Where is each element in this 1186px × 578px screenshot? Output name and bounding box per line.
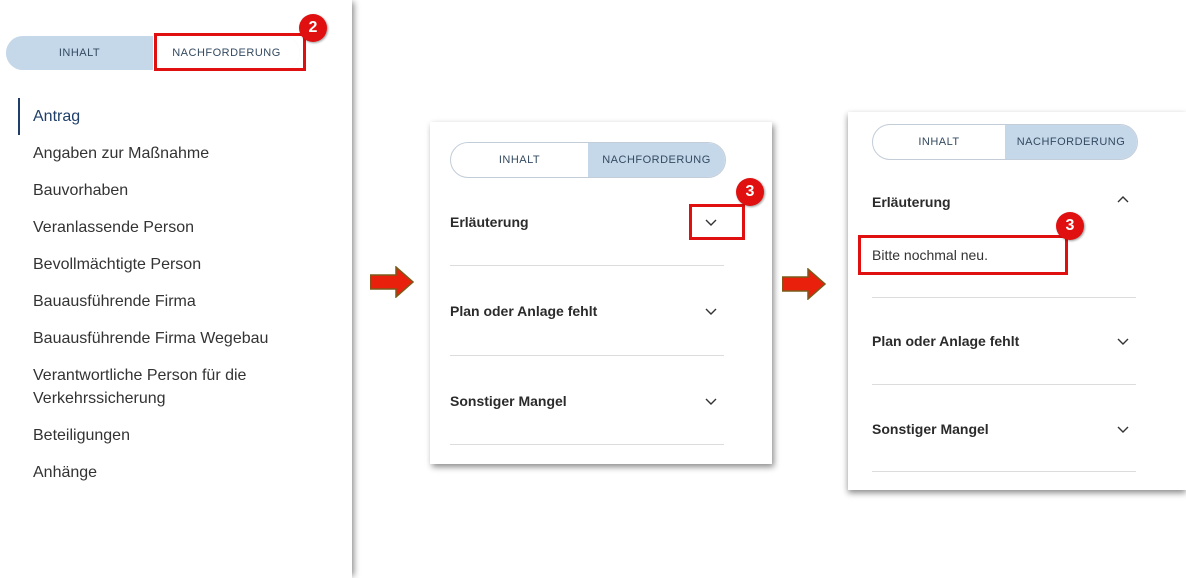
divider	[450, 444, 724, 445]
nav-item-veranlassende-person[interactable]: Veranlassende Person	[18, 209, 328, 246]
accordion-erlaeuterung[interactable]: Erläuterung	[872, 194, 1136, 212]
accordion-plan-anlage[interactable]: Plan oder Anlage fehlt	[872, 333, 1136, 351]
divider	[872, 384, 1136, 385]
step-badge: 3	[1056, 212, 1084, 240]
accordion-title: Plan oder Anlage fehlt	[450, 303, 598, 319]
tab-inhalt[interactable]: INHALT	[873, 125, 1005, 159]
arrow-right-icon	[370, 266, 414, 298]
nav-item-bauvorhaben[interactable]: Bauvorhaben	[18, 172, 328, 209]
chevron-down-icon[interactable]	[1116, 336, 1130, 346]
section-nav: Antrag Angaben zur Maßnahme Bauvorhaben …	[18, 98, 328, 491]
arrow-right-icon	[782, 268, 826, 300]
highlight-box	[858, 235, 1068, 275]
accordion-plan-anlage[interactable]: Plan oder Anlage fehlt	[450, 303, 724, 321]
nav-item-antrag[interactable]: Antrag	[18, 98, 328, 135]
accordion-sonstiger-mangel[interactable]: Sonstiger Mangel	[450, 393, 724, 411]
highlight-box	[154, 33, 306, 71]
divider	[872, 297, 1136, 298]
tab-inhalt[interactable]: INHALT	[6, 36, 153, 70]
accordion-title: Erläuterung	[872, 194, 951, 210]
nav-item-bauausfuehrende-firma[interactable]: Bauausführende Firma	[18, 283, 328, 320]
accordion-erlaeuterung[interactable]: Erläuterung	[450, 214, 724, 232]
tab-inhalt[interactable]: INHALT	[451, 143, 588, 177]
nav-item-anhaenge[interactable]: Anhänge	[18, 454, 328, 491]
nav-item-angaben[interactable]: Angaben zur Maßnahme	[18, 135, 328, 172]
tab-nachforderung[interactable]: NACHFORDERUNG	[1005, 125, 1137, 159]
view-toggle: INHALT NACHFORDERUNG	[450, 142, 726, 178]
nav-item-beteiligungen[interactable]: Beteiligungen	[18, 417, 328, 454]
accordion-title: Plan oder Anlage fehlt	[872, 333, 1020, 349]
chevron-up-icon[interactable]	[1116, 195, 1130, 205]
chevron-down-icon[interactable]	[704, 306, 718, 316]
step-badge: 3	[736, 178, 764, 206]
requests-panel-collapsed: INHALT NACHFORDERUNG Erläuterung 3 Plan …	[430, 122, 772, 464]
nav-item-bevollmaechtigte-person[interactable]: Bevollmächtigte Person	[18, 246, 328, 283]
nav-item-verantwortliche-person[interactable]: Verantwortliche Person für die Verkehrss…	[18, 357, 293, 417]
divider	[872, 471, 1136, 472]
step-badge: 2	[299, 14, 327, 42]
highlight-box	[689, 204, 745, 240]
chevron-down-icon[interactable]	[704, 396, 718, 406]
nav-item-bauausfuehrende-firma-wegebau[interactable]: Bauausführende Firma Wegebau	[18, 320, 328, 357]
accordion-title: Erläuterung	[450, 214, 529, 230]
view-toggle: INHALT NACHFORDERUNG	[872, 124, 1138, 160]
requests-panel-expanded: INHALT NACHFORDERUNG Erläuterung Bitte n…	[848, 112, 1186, 490]
divider	[450, 355, 724, 356]
navigation-panel: INHALT NACHFORDERUNG 2 Antrag Angaben zu…	[0, 0, 352, 578]
accordion-title: Sonstiger Mangel	[450, 393, 567, 409]
divider	[450, 265, 724, 266]
accordion-title: Sonstiger Mangel	[872, 421, 989, 437]
chevron-down-icon[interactable]	[1116, 424, 1130, 434]
tab-nachforderung[interactable]: NACHFORDERUNG	[588, 143, 725, 177]
accordion-sonstiger-mangel[interactable]: Sonstiger Mangel	[872, 421, 1136, 439]
